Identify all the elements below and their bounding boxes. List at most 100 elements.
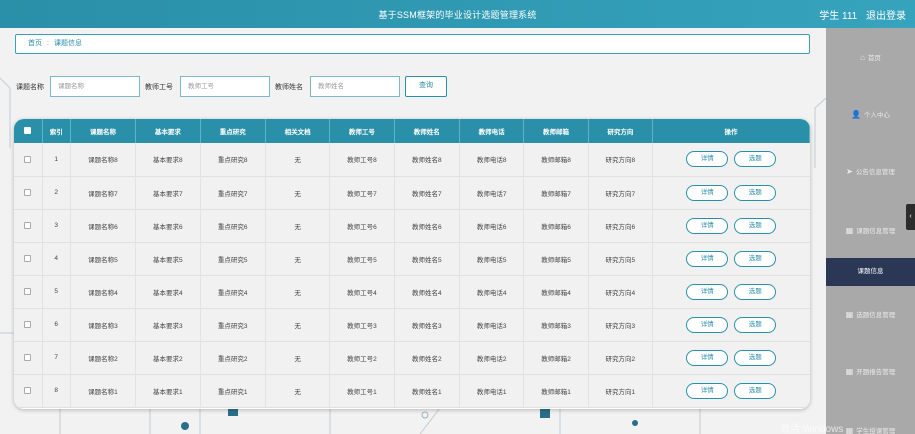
sidebar-item-label: 课题信息 xyxy=(857,268,884,275)
column-header: 研究方向 xyxy=(588,119,654,143)
table-cell: 教师电话7 xyxy=(459,176,525,209)
select-all-checkbox[interactable] xyxy=(14,119,43,143)
table-cell: 教师工号5 xyxy=(329,242,395,275)
table-cell: 研究方向2 xyxy=(588,341,654,374)
teacher-id-label: 教师工号 xyxy=(145,84,173,91)
table-cell: 基本要求7 xyxy=(135,176,201,209)
teacher-name-label: 教师姓名 xyxy=(275,84,303,91)
row-checkbox[interactable] xyxy=(14,275,43,308)
row-checkbox[interactable] xyxy=(14,209,43,242)
column-header: 教师姓名 xyxy=(394,119,460,143)
column-header: 课题名称 xyxy=(70,119,137,143)
row-actions: 详情 选题 xyxy=(653,176,810,209)
breadcrumb-current: 课题信息 xyxy=(53,40,82,47)
row-checkbox[interactable] xyxy=(14,176,43,209)
detail-button[interactable]: 详情 xyxy=(686,382,729,399)
table-cell: 教师电话4 xyxy=(459,275,525,308)
table-cell: 教师工号8 xyxy=(329,143,395,176)
select-topic-button[interactable]: 选题 xyxy=(734,283,777,300)
teacher-id-input[interactable]: 教师工号 xyxy=(180,76,270,97)
sidebar-item-label: 个人中心 xyxy=(863,112,890,119)
table-cell: 研究方向1 xyxy=(588,374,654,407)
sidebar-item[interactable]: 👤 个人中心 xyxy=(826,101,915,129)
table-cell: 教师邮箱8 xyxy=(523,143,589,176)
column-header: 操作 xyxy=(652,119,810,143)
column-header: 基本要求 xyxy=(135,119,201,143)
table-row: 1 课题名称8 基本要求8 重点研究8 无教师工号8 教师姓名8 教师电话8 教师邮箱8 研究方… xyxy=(14,143,810,176)
detail-button[interactable]: 详情 xyxy=(686,316,729,333)
table-cell: 基本要求4 xyxy=(135,275,201,308)
row-checkbox[interactable] xyxy=(14,308,43,341)
app-title: 基于SSM框架的毕业设计选题管理系统 xyxy=(378,10,537,20)
sidebar-item[interactable]: ➤ 公告信息管理 xyxy=(826,158,915,186)
column-header: 索引 xyxy=(42,119,71,143)
table-cell: 教师姓名5 xyxy=(394,242,460,275)
detail-button[interactable]: 详情 xyxy=(686,283,729,300)
main-content: 首页: 课题信息 课题名称 课题名称 教师工号 教师工号 教师姓名 教师姓名 查询… xyxy=(0,28,826,434)
sidebar-item-label: 学生授课管理 xyxy=(856,428,896,434)
select-topic-button[interactable]: 选题 xyxy=(734,217,777,234)
table-cell: 教师工号1 xyxy=(329,374,395,407)
grid-icon: ▦ xyxy=(845,310,854,319)
table-cell: 4 xyxy=(42,242,71,275)
row-checkbox[interactable] xyxy=(14,143,43,176)
sidebar-item-label: 选题信息管理 xyxy=(856,312,896,319)
sidebar-item[interactable]: ▦ 课题信息管理 xyxy=(826,217,915,245)
table-cell: 教师姓名1 xyxy=(394,374,460,407)
table-cell: 课题名称3 xyxy=(70,308,137,341)
table-row: 2 课题名称7 基本要求7 重点研究7 无教师工号7 教师姓名7 教师电话7 教师邮箱7 研究方… xyxy=(14,176,810,209)
table-cell: 研究方向8 xyxy=(588,143,654,176)
table-cell: 研究方向6 xyxy=(588,209,654,242)
table-cell: 研究方向3 xyxy=(588,308,654,341)
row-checkbox[interactable] xyxy=(14,341,43,374)
select-topic-button[interactable]: 选题 xyxy=(734,151,777,168)
logout-link[interactable]: 退出登录 xyxy=(866,11,906,22)
sidebar-item[interactable]: ▦ 开题报告管理 xyxy=(826,358,915,386)
select-topic-button[interactable]: 选题 xyxy=(734,382,777,399)
table-cell: 教师工号4 xyxy=(329,275,395,308)
query-button[interactable]: 查询 xyxy=(405,76,447,97)
table-cell: 重点研究8 xyxy=(200,143,266,176)
table-cell: 研究方向4 xyxy=(588,275,654,308)
sidebar-item-label: 公告信息管理 xyxy=(855,169,895,176)
table-cell: 教师邮箱5 xyxy=(523,242,589,275)
column-header: 教师工号 xyxy=(329,119,395,143)
sidebar-item[interactable]: 课题信息 xyxy=(826,258,915,286)
table-cell: 重点研究2 xyxy=(200,341,266,374)
select-topic-button[interactable]: 选题 xyxy=(734,349,777,366)
table-cell: 5 xyxy=(42,275,71,308)
row-checkbox[interactable] xyxy=(14,242,43,275)
breadcrumb-home[interactable]: 首页 xyxy=(28,40,42,47)
table-cell: 教师电话8 xyxy=(459,143,525,176)
select-topic-button[interactable]: 选题 xyxy=(734,250,777,267)
sidebar-item-label: 首页 xyxy=(867,55,881,62)
table-row: 6 课题名称3 基本要求3 重点研究3 无教师工号3 教师姓名3 教师电话3 教师邮箱3 研究方… xyxy=(14,308,810,341)
table-cell: 8 xyxy=(42,374,71,407)
detail-button[interactable]: 详情 xyxy=(686,151,729,168)
table-cell: 无 xyxy=(265,143,331,176)
topic-table: 索引 课题名称 基本要求 重点研究 相关文档 教师工号 教师姓名 教师电话 教师邮箱 研究方向 操作… xyxy=(14,119,810,409)
row-checkbox[interactable] xyxy=(14,374,43,407)
table-cell: 无 xyxy=(265,242,331,275)
table-row: 7 课题名称2 基本要求2 重点研究2 无教师工号2 教师姓名2 教师电话2 教师邮箱2 研究方… xyxy=(14,341,810,374)
table-cell: 2 xyxy=(42,176,71,209)
detail-button[interactable]: 详情 xyxy=(686,250,729,267)
sidebar-item[interactable]: ⌂ 首页 xyxy=(826,44,915,72)
table-row: 4 课题名称5 基本要求5 重点研究5 无教师工号5 教师姓名5 教师电话5 教师邮箱5 研究方… xyxy=(14,242,810,275)
select-topic-button[interactable]: 选题 xyxy=(734,316,777,333)
detail-button[interactable]: 详情 xyxy=(686,217,729,234)
select-topic-button[interactable]: 选题 xyxy=(734,184,777,201)
detail-button[interactable]: 详情 xyxy=(686,184,729,201)
table-cell: 教师邮箱2 xyxy=(523,341,589,374)
table-cell: 无 xyxy=(265,275,331,308)
table-cell: 教师姓名2 xyxy=(394,341,460,374)
user-icon: 👤 xyxy=(851,110,861,119)
table-cell: 教师邮箱4 xyxy=(523,275,589,308)
table-cell: 重点研究4 xyxy=(200,275,266,308)
detail-button[interactable]: 详情 xyxy=(686,349,729,366)
column-header: 重点研究 xyxy=(200,119,266,143)
top-bar: 基于SSM框架的毕业设计选题管理系统 学生 111 退出登录 xyxy=(0,0,915,28)
teacher-name-input[interactable]: 教师姓名 xyxy=(310,76,400,97)
topic-input[interactable]: 课题名称 xyxy=(50,76,140,97)
sidebar-item[interactable]: ▦ 选题信息管理 xyxy=(826,301,915,329)
